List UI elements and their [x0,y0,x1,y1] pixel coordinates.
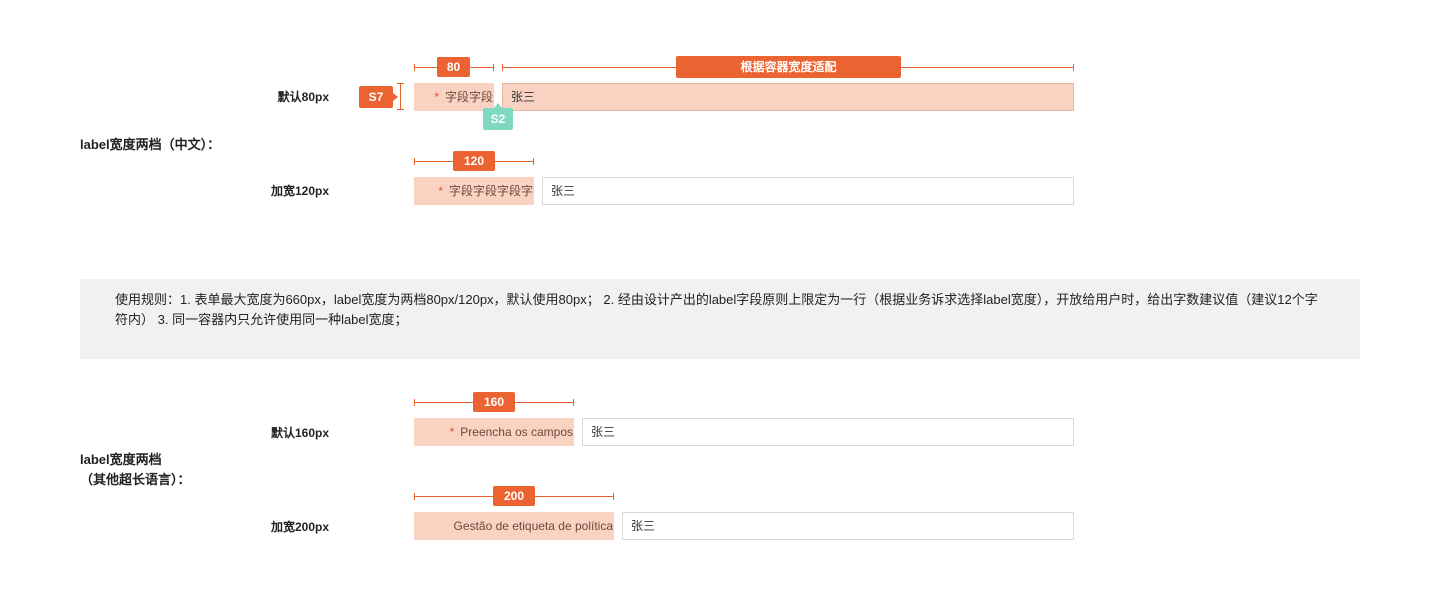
field-label-text: 字段字段 [444,90,493,104]
row-label-wide-200: 加宽200px [270,520,329,534]
field-input-value: 张三 [591,425,616,439]
section-title-chinese: label宽度两档（中文）： [80,137,221,152]
field-input-value: 张三 [551,184,576,198]
field-input[interactable]: 张三 [582,418,1074,446]
section-title-line1: label宽度两档 [80,452,162,467]
container-adapt-tag: 根据容器宽度适配 [676,56,901,78]
width-tag-80: 80 [437,57,470,77]
required-asterisk: * [438,184,443,198]
spacing-arrow-icon [393,93,398,101]
row-label-default-160: 默认160px [270,426,329,440]
spacing-badge-s7: S7 [359,86,393,108]
field-label-cell: * 字段字段 [414,83,494,111]
section-title-other-languages: label宽度两档 （其他超长语言）： [80,450,191,490]
usage-rules-text: 使用规则：1. 表单最大宽度为660px，label宽度为两档80px/120p… [115,292,1318,327]
row-label-wide-120: 加宽120px [270,184,329,198]
width-tag-120: 120 [453,151,495,171]
field-input[interactable]: 张三 [502,83,1074,111]
spacing-badge-s2: S2 [483,108,513,130]
usage-rules-panel: 使用规则：1. 表单最大宽度为660px，label宽度为两档80px/120p… [80,279,1360,359]
required-asterisk: * [449,425,455,439]
field-input[interactable]: 张三 [622,512,1074,540]
field-input-value: 张三 [631,519,656,533]
field-input[interactable]: 张三 [542,177,1074,205]
width-tag-160: 160 [473,392,515,412]
height-brace [397,83,404,110]
required-asterisk: * [434,90,439,104]
section-title-line2: （其他超长语言）： [80,472,191,487]
field-label-text: 字段字段字段字 [448,184,533,198]
field-label-cell: * Preencha os campos [414,418,574,446]
field-label-cell: * 字段字段字段字 [414,177,534,205]
field-label-text: Gestão de etiqueta de política [453,519,613,533]
row-label-default-80: 默认80px [277,90,329,104]
field-label-text: Preencha os campos [460,425,573,439]
field-input-value: 张三 [511,90,536,104]
field-label-cell: Gestão de etiqueta de política [414,512,614,540]
width-tag-200: 200 [493,486,535,506]
